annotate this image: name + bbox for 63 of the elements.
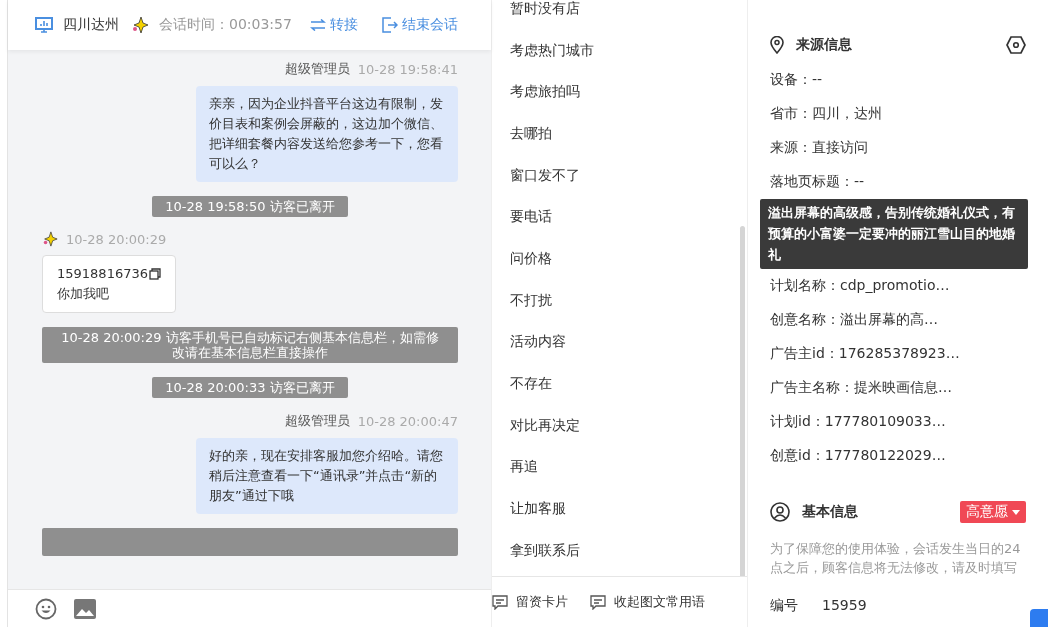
system-notice: 10-28 20:00:29 访客手机号已自动标记右侧基本信息栏，如需修改请在基本信息栏直接操作	[42, 327, 458, 363]
info-field: 设备：--	[770, 63, 1028, 97]
quick-reply-item[interactable]: 让加客服	[509, 488, 747, 530]
message-time: 10-28 20:00:29	[66, 231, 167, 247]
info-field: 计划id：177780109033…	[770, 405, 1028, 439]
transfer-button[interactable]: 转接	[309, 16, 358, 34]
scrollbar-thumb[interactable]	[740, 226, 745, 576]
info-field: 省市：四川，达州	[770, 97, 1028, 131]
section-title: 来源信息	[796, 36, 852, 54]
settings-icon[interactable]	[1006, 36, 1026, 54]
emoji-icon[interactable]	[35, 597, 57, 620]
quick-reply-item[interactable]: 去哪拍	[509, 113, 747, 155]
message-time: 10-28 19:58:41	[357, 61, 458, 77]
quick-reply-item[interactable]: 拿到联系后	[509, 529, 747, 572]
message-bubble: 好的亲，现在安排客服加您介绍哈。请您稍后注意查看一下“通讯录”并点击“新的朋友”通过下哦	[195, 438, 458, 514]
info-field: 落地页标题：--	[770, 165, 1028, 199]
exit-icon	[381, 17, 398, 33]
quick-reply-item[interactable]: 不打扰	[509, 279, 747, 322]
user-icon	[770, 502, 790, 522]
end-session-button[interactable]: 结束会话	[381, 16, 458, 34]
info-field: 创意id：177780122029…	[770, 439, 1028, 473]
message-time: 10-28 20:00:47	[357, 413, 458, 429]
image-icon[interactable]	[74, 598, 96, 619]
quick-reply-item[interactable]: 问价格	[509, 238, 747, 280]
footer-button[interactable]: 收起图文常用语	[589, 593, 705, 611]
quick-reply-item[interactable]: 活动内容	[509, 321, 747, 364]
sparkle-avatar-icon	[42, 231, 58, 247]
message-icon	[589, 594, 606, 610]
message-bubble: 亲亲，因为企业抖音平台这边有限制，发价目表和案例会屏蔽的，这边加个微信、把详细套餐内容发送给您参考一下，您看可以么？	[195, 86, 458, 182]
phone-number: 15918816736	[57, 265, 148, 283]
info-field: 计划名称：cdp_promotio…	[770, 269, 1028, 303]
swap-arrows-icon	[309, 19, 326, 31]
info-field: 广告主id：176285378923…	[770, 337, 1028, 371]
message-text: 你加我吧	[57, 286, 109, 301]
system-notice: 10-28 19:58:50 访客已离开	[152, 196, 348, 217]
monitor-icon	[35, 17, 53, 33]
info-field: 广告主名称：提米映画信息…	[770, 371, 1028, 405]
tooltip: 溢出屏幕的高级感，告别传统婚礼仪式，有预算的小富婆一定要冲的丽江雪山目的地婚礼	[760, 199, 1028, 269]
message-icon	[491, 594, 508, 610]
sender-name: 超级管理员	[284, 412, 350, 430]
quick-reply-item[interactable]: 不存在	[509, 363, 747, 405]
section-title: 基本信息	[802, 503, 858, 521]
sparkle-avatar-icon	[131, 16, 149, 34]
quick-reply-item[interactable]: 再追	[509, 446, 747, 489]
quick-reply-item[interactable]: 要电话	[509, 196, 747, 239]
intent-tag-dropdown[interactable]: 高意愿	[960, 501, 1026, 523]
system-notice: 10-28 20:00:33 访客已离开	[152, 377, 348, 398]
quick-reply-item[interactable]: 暂时没有店	[509, 0, 747, 30]
sender-name: 超级管理员	[284, 60, 350, 78]
quick-reply-item[interactable]: 窗口发不了	[509, 154, 747, 197]
session-timer: 会话时间：00:03:57	[159, 16, 292, 34]
info-note: 为了保障您的使用体验，会话发生当日的24点之后，顾客信息将无法修改，请及时填写	[770, 540, 1022, 577]
copy-icon[interactable]	[149, 268, 161, 280]
info-field: 来源：直接访问	[770, 131, 1028, 165]
footer-button[interactable]: 留资卡片	[491, 593, 568, 611]
quick-reply-item[interactable]: 对比再决定	[509, 404, 747, 447]
quick-reply-item[interactable]: 考虑热门城市	[509, 29, 747, 72]
field-value: 15959	[822, 597, 867, 615]
visitor-location: 四川达州	[63, 16, 119, 34]
info-field: 创意名称：溢出屏幕的高…	[770, 303, 1028, 337]
quick-reply-item[interactable]: 考虑旅拍吗	[509, 71, 747, 114]
location-pin-icon	[770, 36, 784, 54]
field-label: 编号	[770, 597, 798, 615]
